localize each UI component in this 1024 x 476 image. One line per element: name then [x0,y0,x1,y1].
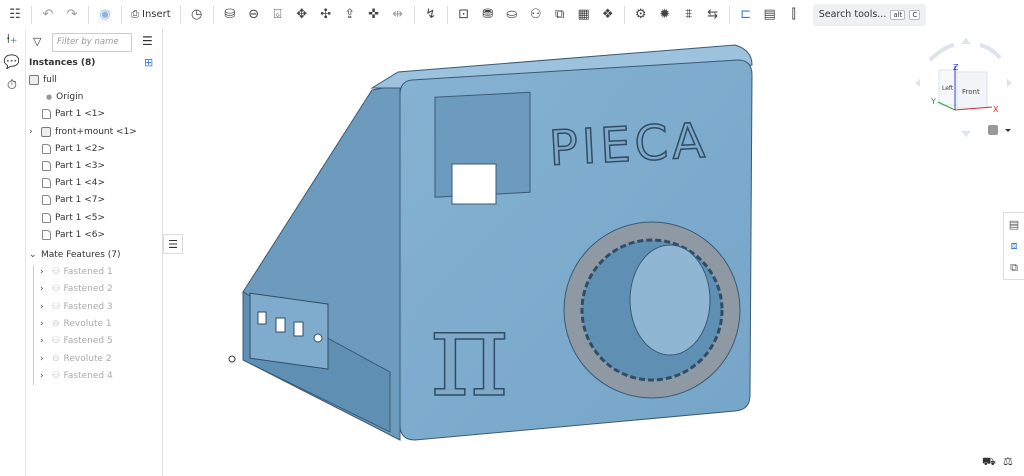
cube-front-label: Front [962,88,980,96]
pan-right-icon[interactable] [1007,79,1012,87]
rotate-arrow-icon[interactable] [928,43,955,62]
view-mode-icon[interactable] [988,125,998,135]
z-axis-label: Z [953,63,959,72]
mate-connectors-icon[interactable]: ⧉ [1004,257,1024,279]
model-port-panel [249,292,329,370]
model-pi-symbol: π [430,285,509,424]
right-toolbar: ▤ ⧈ ⧉ [1003,212,1024,280]
model[interactable]: PIECA π [228,44,753,441]
origin-marker [228,355,236,363]
y-axis-label: Y [930,97,936,106]
model-port [293,321,304,337]
named-positions-icon[interactable]: ⚖ [1003,455,1013,468]
exploded-view-icon[interactable]: ⛟ [982,455,996,470]
view-cube[interactable]: Front Left Z X Y [915,38,1012,137]
model-fan-inner [629,244,711,356]
model-port [313,333,323,343]
x-axis-label: X [993,105,999,114]
pan-down-icon[interactable] [961,131,971,137]
appearance-icon[interactable]: ⧈ [1004,235,1024,257]
rotate-arrow-icon[interactable] [979,43,1002,60]
pan-up-icon[interactable] [961,38,971,44]
cube-left-label: Left [942,85,954,92]
model-port [275,317,286,333]
model-port [257,311,267,325]
model-window-opening [451,163,497,205]
pan-left-icon[interactable] [915,79,920,87]
model-title-text: PIECA [548,113,710,177]
properties-icon[interactable]: ▤ [1004,213,1024,235]
viewport[interactable]: PIECA π Front Left Z X Y [0,0,1024,476]
chevron-down-icon[interactable] [1005,129,1011,132]
